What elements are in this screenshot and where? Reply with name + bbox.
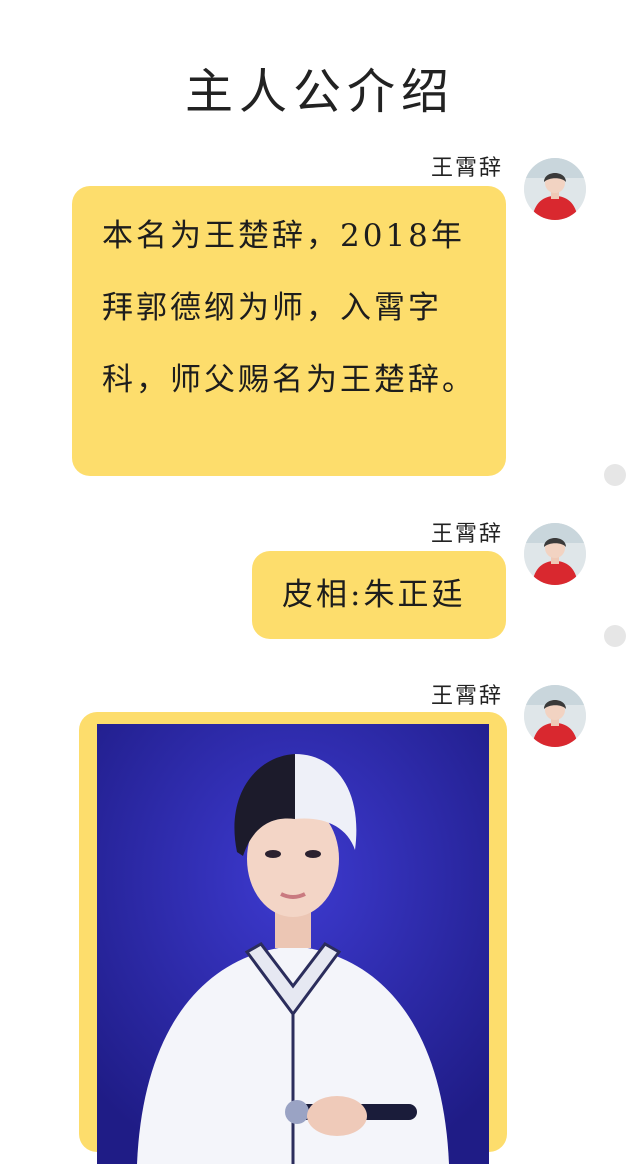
image-message-bubble[interactable] <box>79 712 507 1164</box>
sender-name: 王霄辞 <box>430 156 503 181</box>
avatar-icon <box>524 158 586 220</box>
portrait-image <box>97 724 489 1164</box>
message-text: 本名为王楚辞，2018年拜郭德纲为师，入霄字科，师父赐名为王楚辞。 <box>102 218 476 398</box>
avatar[interactable] <box>524 158 586 220</box>
page-title: 主人公介绍 <box>184 64 455 120</box>
avatar[interactable] <box>524 685 586 747</box>
avatar-icon <box>524 523 586 585</box>
message-bubble[interactable]: 皮相:朱正廷 <box>252 551 506 639</box>
message-text: 皮相:朱正廷 <box>282 577 466 613</box>
sender-name: 王霄辞 <box>430 684 503 709</box>
status-dot-icon <box>604 625 626 647</box>
message-photo[interactable] <box>97 724 489 1164</box>
status-dot-icon <box>604 464 626 486</box>
sender-name: 王霄辞 <box>430 522 503 547</box>
avatar-icon <box>524 685 586 747</box>
message-bubble[interactable]: 本名为王楚辞，2018年拜郭德纲为师，入霄字科，师父赐名为王楚辞。 <box>72 186 506 476</box>
avatar[interactable] <box>524 523 586 585</box>
